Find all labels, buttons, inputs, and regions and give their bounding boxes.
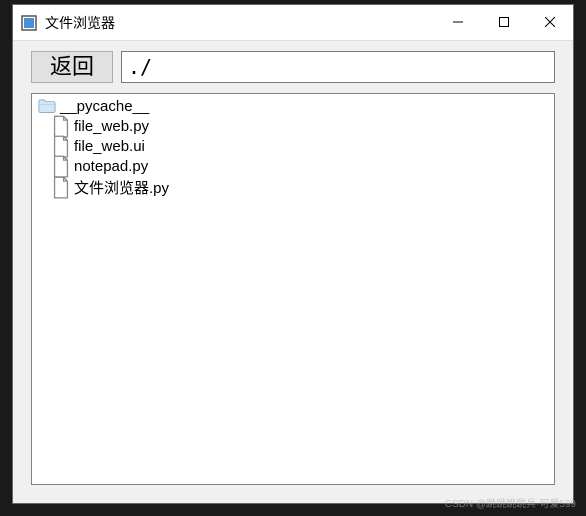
path-input[interactable] [121,51,555,83]
minimize-icon [453,15,463,30]
file-icon [52,179,70,197]
list-item[interactable]: 文件浏览器.py [32,176,554,199]
file-list[interactable]: __pycache__ file_web.py file_web.uinotepad… [31,93,555,485]
file-icon [52,137,70,155]
list-item[interactable]: file_web.py [32,116,554,136]
folder-icon [38,97,56,115]
toolbar: 返回 [13,41,573,89]
close-button[interactable] [527,5,573,40]
file-browser-window: 文件浏览器 返回 __pycache__file_web.pyfile_ [12,4,574,504]
close-icon [545,15,555,30]
titlebar: 文件浏览器 [13,5,573,41]
window-controls [435,5,573,40]
file-name: file_web.ui [74,138,145,155]
file-name: __pycache__ [60,98,149,115]
maximize-icon [499,15,509,30]
list-item[interactable]: __pycache__ [32,96,554,116]
list-item[interactable]: file_web.ui [32,136,554,156]
file-name: notepad.py [74,158,148,175]
list-item[interactable]: notepad.py [32,156,554,176]
minimize-button[interactable] [435,5,481,40]
watermark: CSDN @跳跳跳跳兵·可爱599 [445,495,576,510]
maximize-button[interactable] [481,5,527,40]
file-icon [52,157,70,175]
app-icon [21,15,37,31]
file-name: 文件浏览器.py [74,177,169,198]
back-button[interactable]: 返回 [31,51,113,83]
file-name: file_web.py [74,118,149,135]
window-title: 文件浏览器 [45,13,435,33]
file-icon [52,117,70,135]
